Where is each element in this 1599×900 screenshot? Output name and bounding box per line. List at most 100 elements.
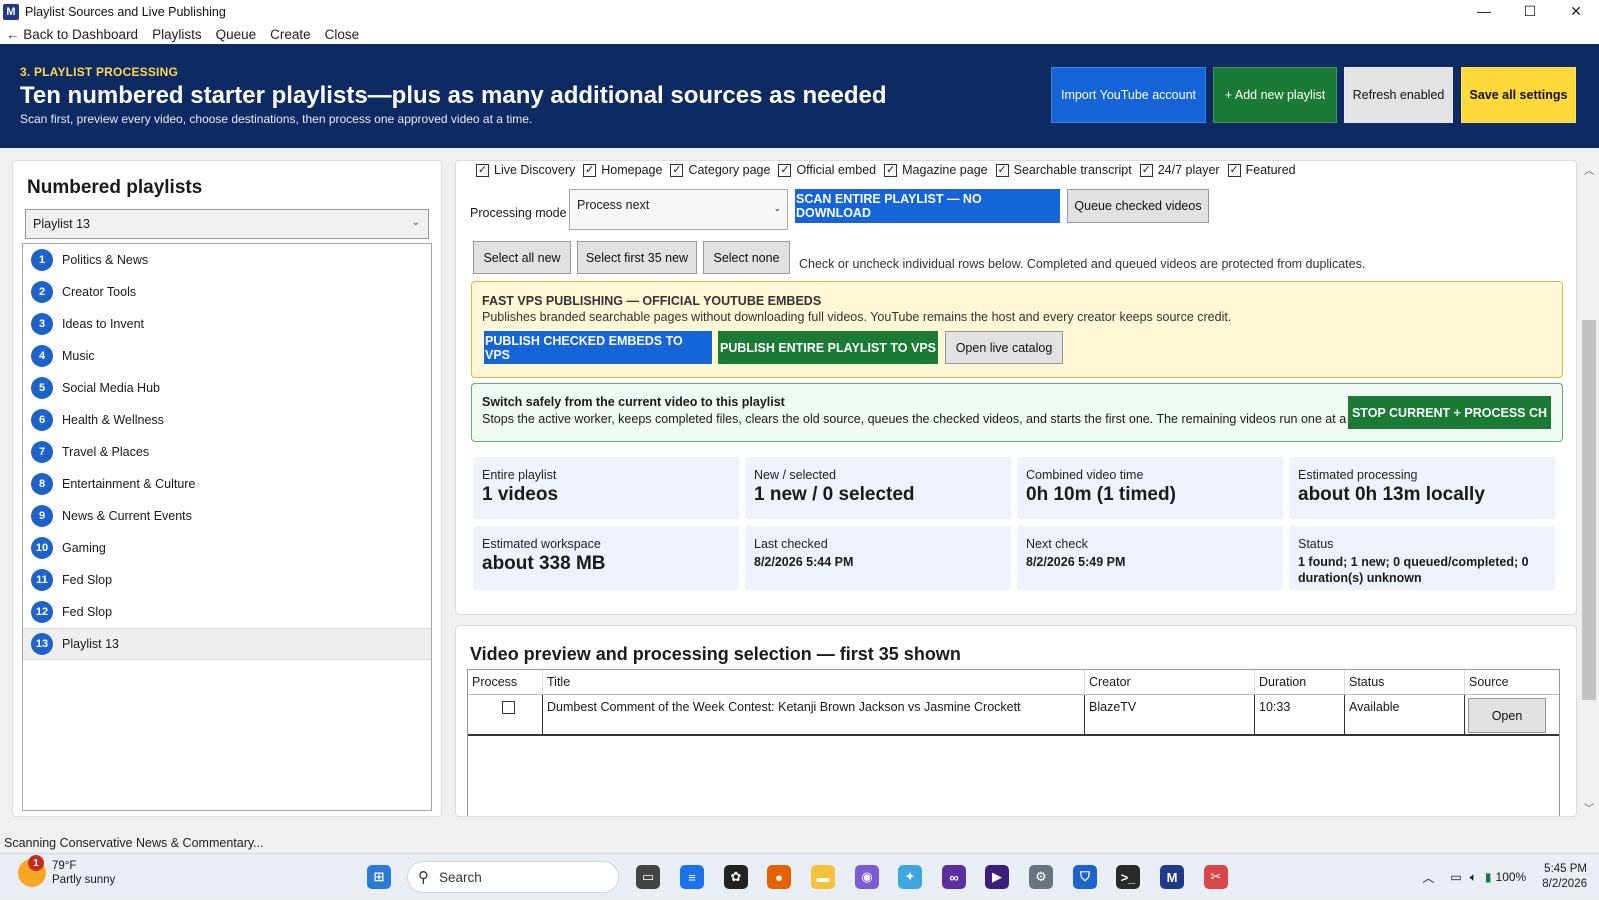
- status-bar: Scanning Conservative News & Commentary.…: [4, 836, 264, 850]
- notification-badge: 1: [28, 855, 44, 871]
- destination-magazine-page[interactable]: ✓ Magazine page: [884, 163, 988, 177]
- publish-entire-playlist-button[interactable]: PUBLISH ENTIRE PLAYLIST TO VPS: [718, 331, 938, 364]
- save-settings-button[interactable]: Save all settings: [1461, 67, 1576, 123]
- menu-create[interactable]: Create: [270, 27, 311, 42]
- chatgpt-icon[interactable]: ✿: [724, 865, 748, 889]
- stat-estimated-workspace: Estimated workspace about 338 MB: [473, 526, 739, 590]
- copilot-icon[interactable]: ✦: [898, 865, 922, 889]
- scan-playlist-button[interactable]: SCAN ENTIRE PLAYLIST — NO DOWNLOAD: [795, 189, 1060, 223]
- playlist-list[interactable]: 1 Politics & News 2 Creator Tools 3 Ideas t…: [22, 243, 432, 811]
- sidebar-item-label: Travel & Places: [62, 445, 150, 459]
- destination-247-player[interactable]: ✓ 24/7 player: [1139, 163, 1220, 177]
- destination-official-embed[interactable]: ✓ Official embed: [778, 163, 876, 177]
- column-header-status[interactable]: Status: [1345, 670, 1465, 694]
- sidebar-item-4[interactable]: 4 Music: [23, 340, 431, 372]
- clock-date: 8/2/2026: [1542, 878, 1587, 890]
- search-placeholder: Search: [439, 869, 482, 885]
- sidebar-item-label: Health & Wellness: [62, 413, 164, 427]
- select-all-new-button[interactable]: Select all new: [473, 241, 571, 274]
- volume-icon[interactable]: 🔈︎: [1470, 870, 1477, 885]
- task-view-icon[interactable]: ▭: [636, 865, 660, 889]
- sidebar-item-12[interactable]: 12 Fed Slop: [23, 596, 431, 628]
- sidebar-item-13[interactable]: 13 Playlist 13: [23, 628, 431, 660]
- windows-start-icon[interactable]: ⊞: [367, 865, 391, 889]
- open-source-button[interactable]: Open: [1468, 698, 1546, 733]
- refresh-enabled-button[interactable]: Refresh enabled: [1344, 67, 1453, 123]
- window-title: Playlist Sources and Live Publishing: [25, 5, 226, 19]
- sidebar-item-3[interactable]: 3 Ideas to Invent: [23, 308, 431, 340]
- column-header-duration[interactable]: Duration: [1255, 670, 1345, 694]
- destination-homepage[interactable]: ✓ Homepage: [583, 163, 662, 177]
- video-table: Process Title Creator Duration Status So…: [467, 669, 1560, 816]
- minimize-button[interactable]: —: [1461, 0, 1507, 24]
- taskbar: 1 79°F Partly sunny ⊞ ⚲ Search ▭ ≡ ✿ ● ▬…: [0, 853, 1599, 899]
- taskbar-search[interactable]: ⚲ Search: [407, 861, 619, 893]
- preview-title: Video preview and processing selection —…: [470, 644, 961, 664]
- queue-checked-button[interactable]: Queue checked videos: [1067, 189, 1209, 223]
- column-header-creator[interactable]: Creator: [1085, 670, 1255, 694]
- network-icon[interactable]: ▭: [1450, 870, 1461, 884]
- scroll-up-icon[interactable]: ︿: [1581, 162, 1597, 177]
- selection-hint: Check or uncheck individual rows below. …: [799, 257, 1366, 271]
- app-icon-glasses[interactable]: ∞: [942, 865, 966, 889]
- menu-playlists[interactable]: Playlists: [152, 27, 202, 42]
- select-first-35-button[interactable]: Select first 35 new: [577, 241, 697, 274]
- column-header-title[interactable]: Title: [543, 670, 1085, 694]
- playlist-dropdown-value: Playlist 13: [33, 217, 90, 231]
- snipping-tool-icon[interactable]: ✂: [1204, 865, 1228, 889]
- sidebar-item-10[interactable]: 10 Gaming: [23, 532, 431, 564]
- sidebar-item-11[interactable]: 11 Fed Slop: [23, 564, 431, 596]
- video-player-icon[interactable]: ▶: [985, 865, 1009, 889]
- destination-searchable-transcript[interactable]: ✓ Searchable transcript: [995, 163, 1132, 177]
- scroll-down-icon[interactable]: ﹀: [1581, 800, 1597, 815]
- sidebar-item-6[interactable]: 6 Health & Wellness: [23, 404, 431, 436]
- sidebar-item-2[interactable]: 2 Creator Tools: [23, 276, 431, 308]
- add-playlist-button[interactable]: + Add new playlist: [1213, 67, 1337, 123]
- firefox-icon[interactable]: ●: [767, 865, 791, 889]
- playlist-dropdown[interactable]: Playlist 13 ⌄: [25, 209, 429, 239]
- clock[interactable]: 5:45 PM 8/2/2026: [1542, 862, 1587, 892]
- back-to-dashboard-link[interactable]: ← Back to Dashboard: [6, 27, 138, 42]
- active-app-icon[interactable]: M: [1160, 865, 1184, 889]
- battery-icon[interactable]: ▮: [1485, 870, 1492, 884]
- menu-close[interactable]: Close: [325, 27, 360, 42]
- sidebar-item-1[interactable]: 1 Politics & News: [23, 244, 431, 276]
- stop-current-process-button[interactable]: STOP CURRENT + PROCESS CH: [1348, 396, 1551, 429]
- column-header-source[interactable]: Source: [1465, 670, 1559, 694]
- notepad-icon[interactable]: ≡: [680, 865, 704, 889]
- sidebar-item-8[interactable]: 8 Entertainment & Culture: [23, 468, 431, 500]
- destination-featured[interactable]: ✓ Featured: [1227, 163, 1296, 177]
- page-subtitle: Scan first, preview every video, choose …: [20, 112, 533, 126]
- menu-queue[interactable]: Queue: [216, 27, 257, 42]
- sidebar-item-label: Politics & News: [62, 253, 149, 267]
- scroll-thumb[interactable]: [1582, 320, 1596, 700]
- sidebar-item-5[interactable]: 5 Social Media Hub: [23, 372, 431, 404]
- vertical-scrollbar[interactable]: ︿ ﹀: [1581, 160, 1597, 817]
- sidebar-item-9[interactable]: 9 News & Current Events: [23, 500, 431, 532]
- maximize-button[interactable]: ☐: [1507, 0, 1553, 24]
- number-badge: 13: [31, 633, 53, 655]
- settings-gear-icon[interactable]: ⚙: [1029, 865, 1053, 889]
- select-none-button[interactable]: Select none: [703, 241, 790, 274]
- number-badge: 4: [31, 345, 53, 367]
- shield-icon[interactable]: ⛉: [1073, 865, 1097, 889]
- publish-checked-embeds-button[interactable]: PUBLISH CHECKED EMBEDS TO VPS: [484, 331, 712, 364]
- weather-condition: Partly sunny: [52, 874, 116, 886]
- destination-live-discovery[interactable]: ✓ Live Discovery: [476, 163, 575, 177]
- sidebar-item-7[interactable]: 7 Travel & Places: [23, 436, 431, 468]
- open-live-catalog-button[interactable]: Open live catalog: [945, 331, 1063, 364]
- close-window-button[interactable]: ✕: [1553, 0, 1599, 24]
- switch-safely-box: Switch safely from the current video to …: [471, 383, 1563, 442]
- processing-mode-select[interactable]: Process next ⌄: [569, 189, 788, 230]
- destination-category-page[interactable]: ✓ Category page: [670, 163, 770, 177]
- weather-widget[interactable]: 1 79°F Partly sunny: [18, 855, 116, 887]
- file-explorer-icon[interactable]: ▬: [811, 865, 835, 889]
- app-icon-purple[interactable]: ◉: [855, 865, 879, 889]
- checkbox-checked-icon: ✓: [670, 163, 684, 177]
- process-checkbox[interactable]: [502, 701, 515, 714]
- chevron-up-icon[interactable]: ︿: [1422, 869, 1434, 886]
- terminal-icon[interactable]: >_: [1116, 865, 1140, 889]
- column-header-process[interactable]: Process: [468, 670, 543, 694]
- import-youtube-button[interactable]: Import YouTube account: [1051, 67, 1206, 123]
- chevron-down-icon: ⌄: [411, 217, 420, 228]
